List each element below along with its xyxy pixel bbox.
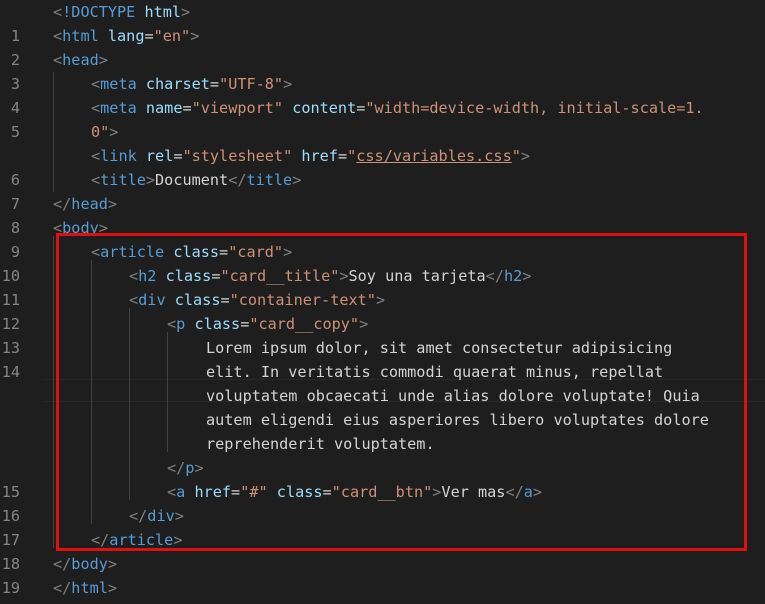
tag-name: html: [62, 27, 99, 45]
tag-name: meta: [100, 75, 137, 93]
attribute-name: rel: [145, 147, 174, 165]
code-line[interactable]: 4 <meta charset="UTF-8">: [0, 72, 765, 117]
tag-name: html: [71, 579, 108, 597]
code-line[interactable]: 20 </html>: [0, 576, 765, 604]
attribute-value: "en": [153, 27, 191, 45]
doctype-value: html: [144, 3, 182, 21]
code-line[interactable]: 7 <title>Document</title>: [0, 168, 765, 213]
code-line[interactable]: 19 </body>: [0, 552, 765, 597]
attribute-value: "width=device-width, initial-scale=1.: [365, 99, 704, 117]
tag-name: meta: [100, 99, 137, 117]
attribute-value: "UTF-8": [219, 75, 284, 93]
quote: ": [347, 147, 357, 165]
doctype-keyword: !DOCTYPE: [62, 3, 136, 21]
tag-name: title: [100, 171, 146, 189]
tag-name: link: [100, 147, 137, 165]
attribute-name: href: [301, 147, 338, 165]
tag-name: title: [246, 171, 293, 189]
attribute-name: content: [292, 99, 357, 117]
line-number: 20: [0, 600, 20, 604]
code-line-wrap[interactable]: 0">: [0, 120, 765, 144]
quote: ": [511, 147, 521, 165]
code-line[interactable]: 6 <link rel="stylesheet" href="css/varia…: [0, 144, 765, 189]
attribute-value: "viewport": [191, 99, 284, 117]
text-content: Document: [155, 171, 229, 189]
code-line[interactable]: 1 <!DOCTYPE html>: [0, 0, 765, 45]
code-line[interactable]: 2 <html lang="en">: [0, 24, 765, 69]
code-line[interactable]: 5 <meta name="viewport" content="width=d…: [0, 96, 765, 141]
tag-name: body: [71, 555, 108, 573]
attribute-name: lang: [107, 27, 145, 45]
attribute-name: charset: [145, 75, 210, 93]
code-line[interactable]: 3 <head>: [0, 48, 765, 93]
attribute-name: name: [145, 99, 183, 117]
attribute-value: 0": [91, 123, 110, 141]
code-line[interactable]: 8 </head>: [0, 192, 765, 237]
attribute-value: "stylesheet": [182, 147, 293, 165]
tag-name: head: [71, 195, 108, 213]
annotation-highlight-box: [56, 233, 747, 551]
stylesheet-link[interactable]: css/variables.css: [356, 147, 511, 165]
tag-name: head: [62, 51, 99, 69]
code-editor[interactable]: 1 <!DOCTYPE html> 2 <html lang="en"> 3 <…: [0, 0, 765, 604]
